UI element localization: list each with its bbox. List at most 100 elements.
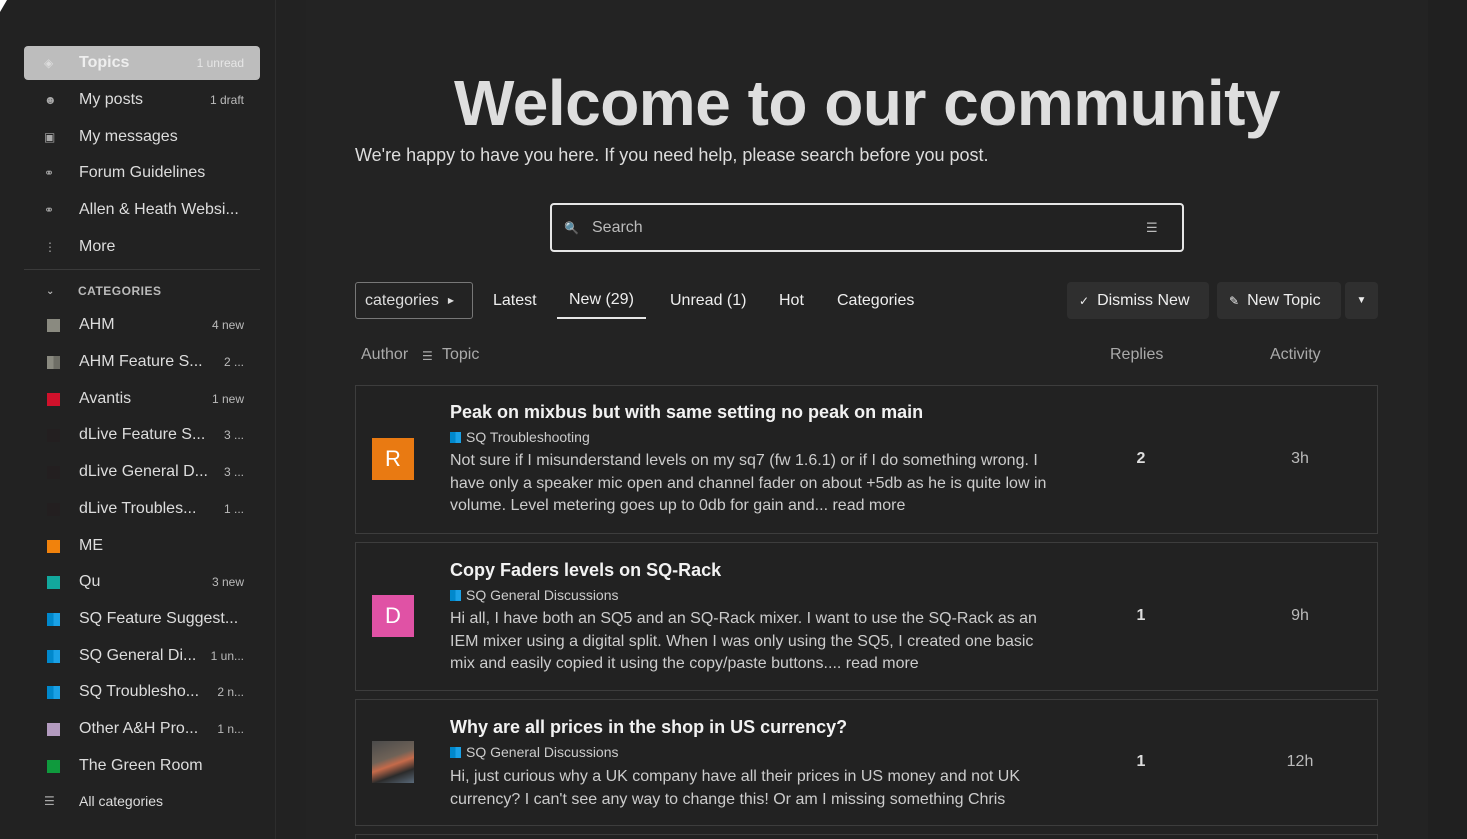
sidebar-category-item[interactable]: Avantis 1 new	[24, 382, 260, 416]
sidebar-item-more[interactable]: ⋮ More	[24, 230, 260, 264]
sidebar-item-my-posts[interactable]: ☻ My posts 1 draft	[24, 83, 260, 117]
column-topic: Topic	[442, 346, 480, 363]
categories-dropdown-label: categories	[365, 291, 439, 309]
category-swatch	[24, 465, 79, 479]
sidebar-item-label: My messages	[79, 128, 178, 145]
inbox-icon: ▣	[44, 130, 56, 144]
sidebar-category-label: Avantis	[79, 390, 132, 407]
search-box[interactable]: 🔍 ☰	[550, 203, 1184, 252]
topic-category-label: SQ Troubleshooting	[466, 429, 590, 445]
tab-unread[interactable]: Unread (1)	[670, 282, 746, 319]
sidebar-category-item[interactable]: SQ Feature Suggest...	[24, 602, 260, 636]
category-swatch	[24, 722, 79, 736]
topic-category-badge[interactable]: SQ General Discussions	[450, 744, 619, 760]
topic-activity[interactable]: 12h	[1270, 753, 1330, 771]
sidebar-item-label: All categories	[79, 793, 164, 809]
sidebar-category-item[interactable]: SQ Troublesho... 2 n...	[24, 675, 260, 709]
column-activity[interactable]: Activity	[1270, 346, 1321, 364]
sidebar-category-item[interactable]: Other A&H Pro... 1 n...	[24, 712, 260, 746]
sidebar-category-count: 4 new	[211, 318, 244, 332]
sidebar-item-label: Topics	[79, 54, 130, 71]
sidebar-category-label: The Green Room	[79, 757, 203, 774]
avatar[interactable]	[372, 741, 414, 783]
category-swatch	[24, 318, 79, 332]
sidebar-item-allen-heath-website[interactable]: ⚭ Allen & Heath Websi...	[24, 193, 260, 227]
category-swatch	[24, 428, 79, 442]
topic-excerpt[interactable]: Hi, just curious why a UK company have a…	[450, 766, 1060, 811]
sidebar-category-item[interactable]: AHM 4 new	[24, 308, 260, 342]
category-swatch	[24, 759, 79, 773]
column-replies[interactable]: Replies	[1110, 346, 1163, 364]
categories-section-header[interactable]: ⌄ CATEGORIES	[24, 282, 260, 300]
tab-new[interactable]: New (29)	[557, 282, 646, 319]
sidebar-category-item[interactable]: The Green Room	[24, 749, 260, 783]
tab-latest[interactable]: Latest	[493, 282, 537, 319]
topic-replies[interactable]: 1	[1111, 753, 1171, 771]
sidebar-divider	[24, 269, 260, 270]
sidebar-item-all-categories[interactable]: ☰ All categories	[24, 784, 260, 818]
categories-dropdown[interactable]: categories ▶	[355, 282, 473, 319]
topic-category-badge[interactable]: SQ General Discussions	[450, 587, 619, 603]
sidebar-category-label: Qu	[79, 573, 101, 590]
checklist-icon[interactable]: ☰	[422, 349, 433, 363]
sidebar-category-count: 1 n...	[217, 722, 244, 736]
sidebar-item-label: Allen & Heath Websi...	[79, 201, 239, 218]
category-swatch	[24, 502, 79, 516]
category-swatch	[24, 612, 79, 626]
sidebar-category-item[interactable]: dLive Troubles... 1 ...	[24, 492, 260, 526]
topic-excerpt[interactable]: Not sure if I misunderstand levels on my…	[450, 450, 1060, 518]
avatar[interactable]: D	[372, 595, 414, 637]
new-topic-options-button[interactable]: ▼	[1345, 282, 1378, 319]
column-author: Author	[361, 346, 409, 363]
sidebar-category-item[interactable]: Qu 3 new	[24, 565, 260, 599]
sidebar-category-item[interactable]: dLive General D... 3 ...	[24, 455, 260, 489]
topic-category-badge[interactable]: SQ Troubleshooting	[450, 429, 590, 445]
sidebar-category-item[interactable]: ME	[24, 529, 260, 563]
topic-row[interactable]: Why are all prices in the shop in US cur…	[355, 699, 1378, 826]
sidebar-category-label: dLive Troubles...	[79, 500, 197, 517]
category-swatch	[24, 575, 79, 589]
topic-title[interactable]: Why are all prices in the shop in US cur…	[450, 717, 847, 738]
sidebar-category-count: 3 new	[211, 575, 244, 589]
sidebar-category-item[interactable]: dLive Feature S... 3 ...	[24, 418, 260, 452]
search-input[interactable]	[592, 218, 1146, 237]
sidebar-item-my-messages[interactable]: ▣ My messages	[24, 120, 260, 154]
sidebar-category-count: 1 ...	[223, 502, 244, 516]
more-vertical-icon: ⋮	[44, 240, 56, 254]
topic-title[interactable]: Copy Faders levels on SQ-Rack	[450, 560, 721, 581]
sidebar-category-item[interactable]: SQ General Di... 1 un...	[24, 639, 260, 673]
chevron-down-icon: ▼	[1356, 295, 1367, 306]
sidebar-item-forum-guidelines[interactable]: ⚭ Forum Guidelines	[24, 156, 260, 190]
sidebar-item-label: More	[79, 238, 116, 255]
tab-categories[interactable]: Categories	[837, 282, 914, 319]
dismiss-new-button[interactable]: ✓ Dismiss New	[1067, 282, 1209, 319]
category-swatch	[24, 355, 79, 369]
topic-row[interactable]: D Copy Faders levels on SQ-Rack SQ Gener…	[355, 542, 1378, 691]
sidebar-category-count: 2 n...	[217, 685, 244, 699]
chevron-down-icon: ⌄	[46, 285, 55, 297]
topic-row[interactable]: R Peak on mixbus but with same setting n…	[355, 385, 1378, 534]
topic-title[interactable]: Peak on mixbus but with same setting no …	[450, 402, 923, 423]
topic-activity[interactable]: 3h	[1270, 450, 1330, 468]
topic-replies[interactable]: 2	[1111, 450, 1171, 468]
tab-hot[interactable]: Hot	[779, 282, 804, 319]
sidebar-category-item[interactable]: AHM Feature S... 2 ...	[24, 345, 260, 379]
link-icon: ⚭	[44, 203, 55, 217]
sidebar-category-label: AHM	[79, 316, 115, 333]
topic-excerpt[interactable]: Hi all, I have both an SQ5 and an SQ-Rac…	[450, 608, 1060, 676]
new-topic-label: New Topic	[1247, 291, 1321, 309]
category-swatch	[24, 392, 79, 406]
topic-replies[interactable]: 1	[1111, 607, 1171, 625]
topic-list-header: Author ☰ Topic Replies Activity	[355, 346, 1379, 368]
topic-activity[interactable]: 9h	[1270, 607, 1330, 625]
sidebar-category-count: 2 ...	[223, 355, 244, 369]
topic-category-label: SQ General Discussions	[466, 744, 619, 760]
filter-options-icon[interactable]: ☰	[1146, 220, 1182, 236]
new-topic-button[interactable]: ✎ New Topic	[1217, 282, 1341, 319]
category-swatch	[24, 539, 79, 553]
category-color-swatch	[450, 746, 461, 758]
avatar[interactable]: R	[372, 438, 414, 480]
link-icon: ⚭	[44, 166, 55, 180]
sidebar-item-topics[interactable]: ◈ Topics 1 unread	[24, 46, 260, 80]
topic-row[interactable]	[355, 834, 1378, 839]
